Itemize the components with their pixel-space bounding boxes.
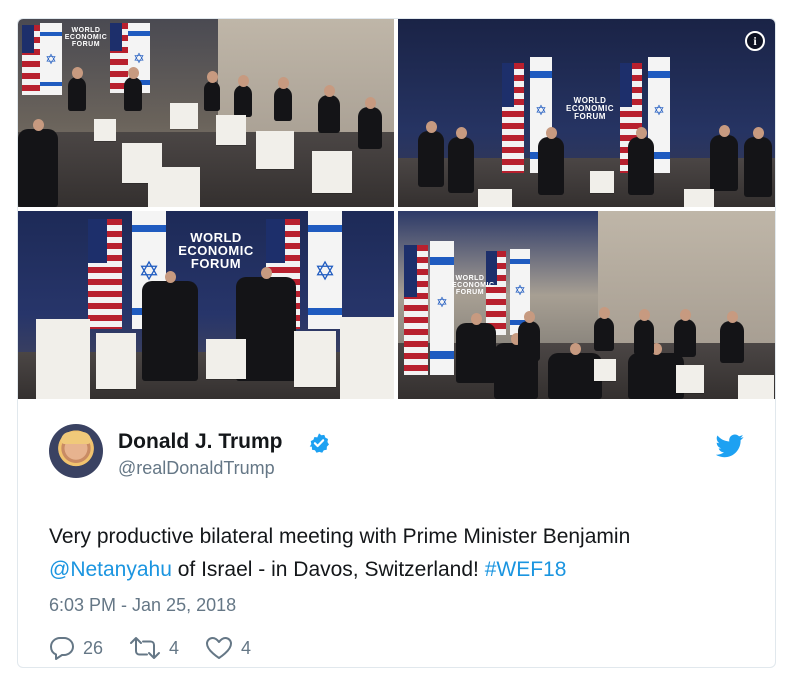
reply-icon	[50, 637, 74, 660]
mention-link[interactable]: @Netanyahu	[49, 558, 172, 581]
side-table	[738, 375, 774, 399]
wef-logo: WORLD ECONOMIC FORUM	[452, 275, 495, 296]
heart-icon	[206, 637, 233, 659]
side-table	[256, 131, 294, 169]
wef-logo: WORLD ECONOMIC FORUM	[64, 27, 108, 48]
photo-2[interactable]: ✡ ✡ WORLD ECONOMIC FORUM i	[398, 19, 775, 207]
israel-flag: ✡	[430, 241, 454, 375]
side-table	[94, 119, 116, 141]
person	[594, 307, 614, 351]
person	[456, 313, 496, 383]
person	[358, 97, 382, 149]
israel-flag: ✡	[40, 23, 62, 95]
tweet-text-part: of Israel - in Davos, Switzerland!	[171, 558, 485, 581]
side-table	[216, 115, 246, 145]
tweet-actions: 26 4 4	[49, 634, 277, 662]
person	[418, 121, 444, 187]
photo-3[interactable]: ✡ ✡ WORLD ECONOMIC FORUM	[18, 211, 394, 399]
retweet-button[interactable]: 4	[129, 636, 179, 660]
person	[720, 311, 744, 363]
us-flag	[486, 251, 506, 335]
person	[744, 127, 772, 197]
person	[204, 71, 220, 111]
side-table	[594, 359, 616, 381]
person	[274, 77, 292, 121]
us-flag	[502, 63, 524, 173]
person	[674, 309, 696, 357]
person	[68, 67, 86, 111]
photo-4[interactable]: ✡ ✡ WORLD ECONOMIC FORUM	[398, 211, 775, 399]
photo-grid: ✡ ✡ WORLD ECONOMIC FORUM ✡ ✡ WORLD ECONO…	[18, 19, 775, 399]
info-icon[interactable]: i	[745, 31, 765, 51]
side-table	[206, 339, 246, 379]
avatar[interactable]	[49, 424, 103, 478]
person	[634, 309, 654, 355]
side-table	[340, 317, 394, 399]
hashtag-link[interactable]: #WEF18	[485, 558, 567, 581]
reply-count: 26	[83, 637, 104, 658]
reply-button[interactable]: 26	[49, 636, 103, 660]
person	[124, 67, 142, 111]
israel-flag: ✡	[308, 211, 342, 329]
tweet-card[interactable]: ✡ ✡ WORLD ECONOMIC FORUM ✡ ✡ WORLD ECONO…	[17, 18, 776, 668]
wef-logo: WORLD ECONOMIC FORUM	[178, 230, 254, 271]
side-table	[170, 103, 198, 129]
person	[710, 125, 738, 191]
side-table	[676, 365, 704, 393]
retweet-count: 4	[169, 637, 180, 658]
side-table	[312, 151, 352, 193]
person	[142, 271, 198, 381]
person	[318, 85, 340, 133]
like-button[interactable]: 4	[205, 636, 251, 660]
retweet-icon	[130, 637, 161, 659]
wef-logo: WORLD ECONOMIC FORUM	[566, 96, 614, 121]
person	[538, 127, 564, 195]
us-flag	[88, 219, 122, 329]
author-name[interactable]: Donald J. Trump	[118, 430, 283, 454]
side-table	[148, 167, 200, 207]
tweet-timestamp[interactable]: 6:03 PM - Jan 25, 2018	[49, 595, 236, 616]
tweet-text: Very productive bilateral meeting with P…	[49, 520, 749, 586]
person	[448, 127, 474, 193]
side-table	[478, 189, 512, 207]
photo-1[interactable]: ✡ ✡ WORLD ECONOMIC FORUM	[18, 19, 394, 207]
author-handle[interactable]: @realDonaldTrump	[118, 458, 275, 479]
person	[518, 311, 540, 361]
verified-badge-icon	[309, 433, 329, 453]
us-flag	[404, 245, 428, 375]
side-table	[590, 171, 614, 193]
twitter-bird-icon[interactable]	[716, 434, 744, 458]
like-count: 4	[241, 637, 252, 658]
side-table	[36, 319, 90, 399]
tweet-text-part: Very productive bilateral meeting with P…	[49, 525, 631, 548]
side-table	[96, 333, 136, 389]
side-table	[294, 331, 336, 387]
person	[18, 119, 58, 207]
person	[628, 127, 654, 195]
tweet-body: Donald J. Trump @realDonaldTrump Very pr…	[18, 399, 775, 667]
person	[234, 75, 252, 117]
side-table	[684, 189, 714, 207]
